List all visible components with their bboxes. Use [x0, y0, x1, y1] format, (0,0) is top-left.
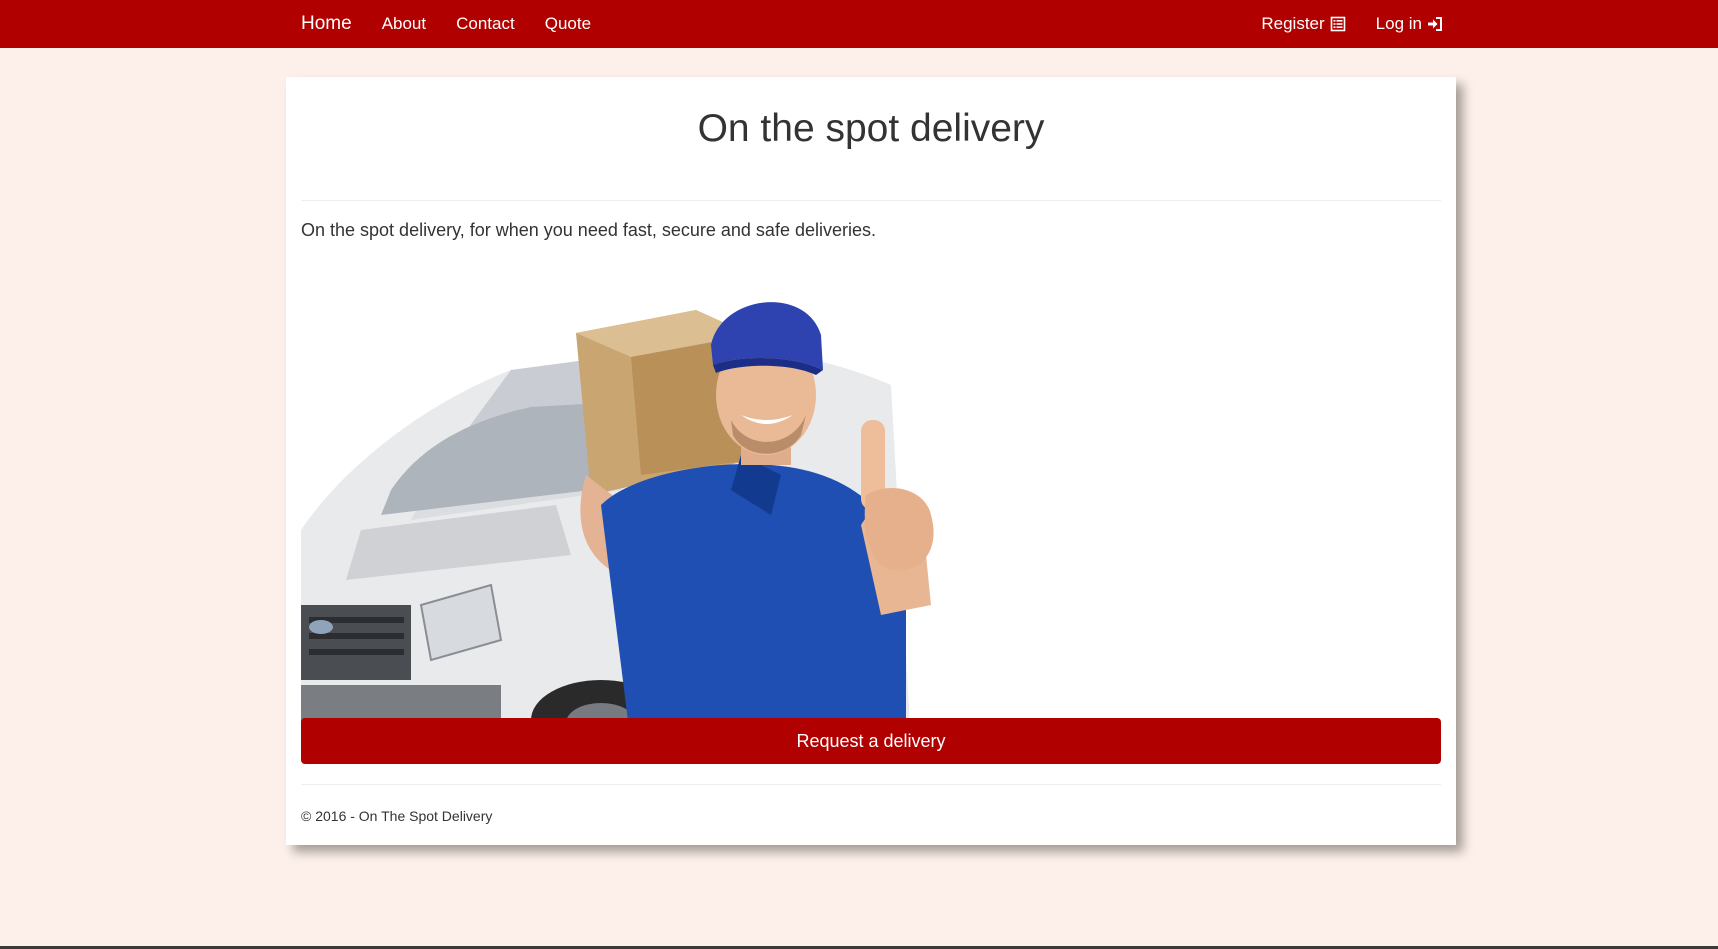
- log-in-icon: [1428, 17, 1442, 31]
- title-divider: [301, 200, 1441, 201]
- nav-about-link[interactable]: About: [382, 14, 426, 34]
- nav-home-link[interactable]: Home: [301, 13, 352, 35]
- footer-divider: [301, 784, 1441, 785]
- register-link[interactable]: Register: [1261, 14, 1345, 34]
- nav-quote-link[interactable]: Quote: [545, 14, 591, 34]
- page-title: On the spot delivery: [697, 107, 1045, 150]
- navbar-container: Home About Contact Quote Register Log in: [286, 0, 1456, 48]
- request-delivery-button[interactable]: Request a delivery: [301, 718, 1441, 764]
- tagline-text: On the spot delivery, for when you need …: [301, 220, 876, 240]
- login-label: Log in: [1375, 14, 1422, 33]
- nav-primary-links: Home About Contact Quote: [301, 0, 621, 48]
- nav-contact-link[interactable]: Contact: [456, 14, 515, 34]
- footer-copyright: © 2016 - On The Spot Delivery: [301, 808, 493, 824]
- nav-account-links: Register Log in: [1231, 0, 1443, 48]
- login-link[interactable]: Log in: [1376, 14, 1443, 34]
- delivery-man-illustration: [301, 302, 934, 760]
- main-card: On the spot delivery On the spot deliver…: [286, 77, 1456, 845]
- list-alt-icon: [1330, 16, 1345, 32]
- navbar: Home About Contact Quote Register Log in: [0, 0, 1718, 48]
- hero-image: [301, 275, 991, 795]
- register-label: Register: [1261, 14, 1325, 33]
